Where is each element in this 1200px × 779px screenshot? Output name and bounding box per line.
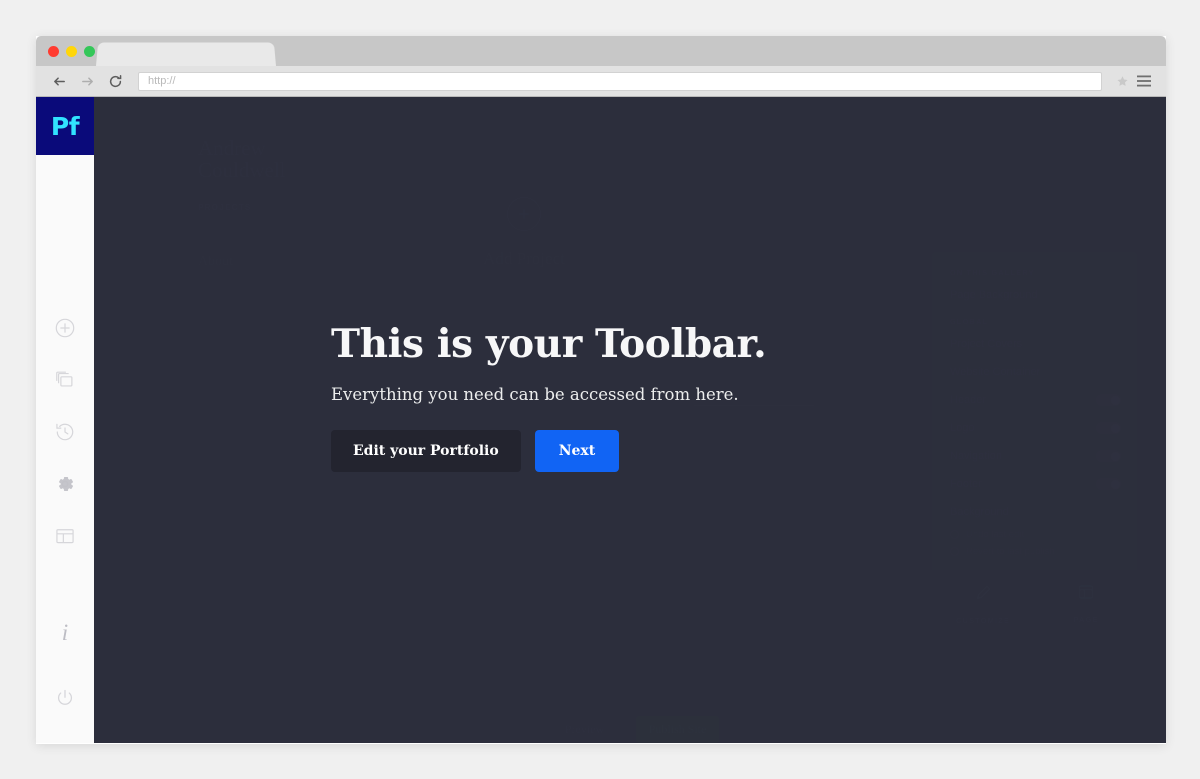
history-icon[interactable] bbox=[52, 419, 78, 445]
browser-tab[interactable] bbox=[96, 42, 276, 66]
hamburger-menu-icon[interactable] bbox=[1134, 71, 1154, 91]
forward-arrow-icon[interactable] bbox=[76, 70, 98, 92]
star-icon[interactable] bbox=[1112, 71, 1132, 91]
reload-icon[interactable] bbox=[104, 70, 126, 92]
address-bar-text: http:// bbox=[148, 75, 176, 87]
tour-content: This is your Toolbar. Everything you nee… bbox=[331, 321, 767, 472]
close-window-button[interactable] bbox=[48, 46, 59, 57]
browser-titlebar bbox=[36, 36, 1166, 66]
next-button[interactable]: Next bbox=[534, 430, 620, 472]
left-sidebar: Pf i bbox=[36, 97, 94, 743]
info-icon-glyph: i bbox=[61, 619, 69, 645]
browser-window: http:// Andrew Couldwell PROJECTS About … bbox=[36, 36, 1166, 744]
back-arrow-icon[interactable] bbox=[48, 70, 70, 92]
window-controls[interactable] bbox=[48, 46, 95, 57]
gear-icon[interactable] bbox=[52, 471, 78, 497]
tour-title: This is your Toolbar. bbox=[331, 321, 767, 367]
layout-icon[interactable] bbox=[52, 523, 78, 549]
sidebar-primary-icons bbox=[36, 315, 94, 549]
minimize-window-button[interactable] bbox=[66, 46, 77, 57]
app-viewport: Andrew Couldwell PROJECTS About Add Proj… bbox=[36, 97, 1166, 743]
sidebar-secondary-icons: i bbox=[36, 619, 94, 711]
info-icon[interactable]: i bbox=[52, 619, 78, 645]
power-icon[interactable] bbox=[52, 685, 78, 711]
app-logo[interactable]: Pf bbox=[36, 97, 94, 155]
tour-subtitle: Everything you need can be accessed from… bbox=[331, 385, 739, 404]
tour-overlay: This is your Toolbar. Everything you nee… bbox=[94, 97, 1166, 743]
address-bar[interactable]: http:// bbox=[138, 71, 1102, 91]
duplicate-icon[interactable] bbox=[52, 367, 78, 393]
browser-toolbar: http:// bbox=[36, 66, 1166, 97]
maximize-window-button[interactable] bbox=[84, 46, 95, 57]
add-icon[interactable] bbox=[52, 315, 78, 341]
edit-your-portfolio-button[interactable]: Edit your Portfolio bbox=[331, 430, 521, 472]
tour-button-group: Edit your Portfolio Next bbox=[331, 430, 766, 472]
